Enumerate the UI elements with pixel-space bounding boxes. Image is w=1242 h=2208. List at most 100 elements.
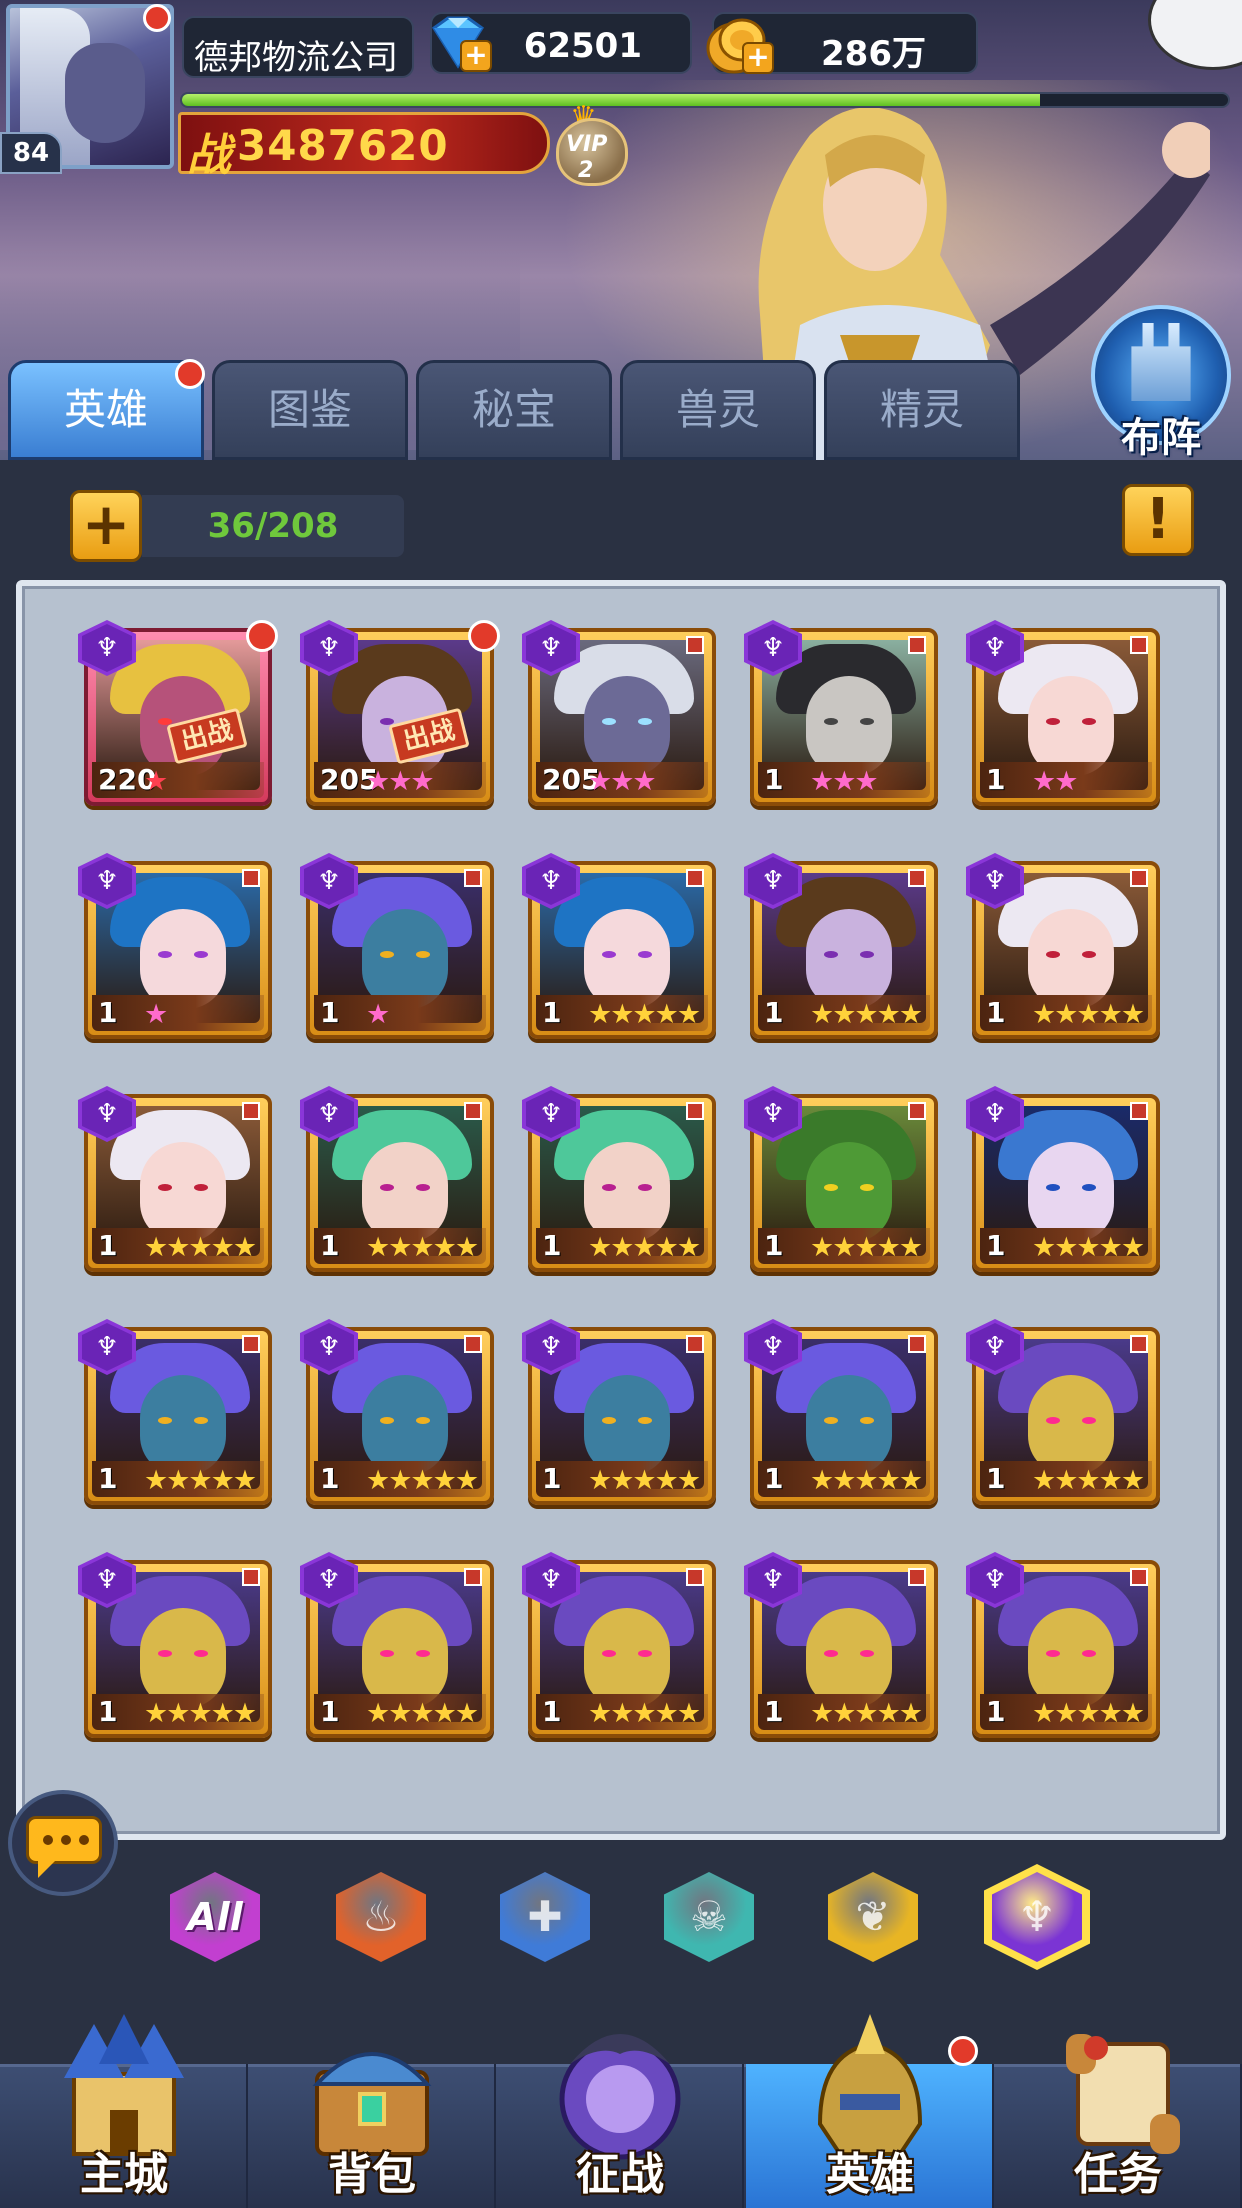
faction-filter-cross-faction-icon[interactable]: ✚ xyxy=(500,1872,590,1962)
hero-eye xyxy=(416,951,430,958)
hero-card[interactable]: 205 ★★★ ♆ 出战 xyxy=(300,620,500,806)
hero-card[interactable]: 1 ★★★★★ ♆ xyxy=(522,1552,716,1738)
hero-card[interactable]: 1 ★★★★★ ♆ xyxy=(522,853,716,1039)
nav-scroll[interactable]: 任务 xyxy=(994,2034,1242,2208)
nav-chest[interactable]: 背包 xyxy=(248,2052,496,2208)
player-name-pill[interactable]: 德邦物流公司 xyxy=(182,16,414,78)
faction-filter-all-icon[interactable]: All xyxy=(170,1872,260,1962)
hero-face xyxy=(806,1142,892,1242)
hero-eye xyxy=(1046,1184,1060,1191)
hero-grid[interactable]: 220 ★ ♆ 出战 205 ★★★ ♆ 出战 205 ★★★ ♆ 1 ★★★ ♆ 1 ★★ ♆ 1 ★ ♆ 1 ★ ♆ 1 ★… xyxy=(16,580,1226,1840)
faction-filter-wing-faction-icon[interactable]: ❦ xyxy=(828,1872,918,1962)
hero-card[interactable]: 1 ★★★★★ ♆ xyxy=(300,1552,494,1738)
hero-face xyxy=(140,1375,226,1475)
vip-label: VIP xyxy=(566,132,608,157)
hero-card[interactable]: 1 ★ ♆ xyxy=(78,853,272,1039)
formation-button[interactable]: 布阵 xyxy=(1086,305,1236,460)
tab-label: 图鉴 xyxy=(267,385,352,434)
hero-card[interactable]: 1 ★★★★★ ♆ xyxy=(78,1086,272,1272)
hero-stars: ★★★★★ xyxy=(1032,1232,1145,1263)
expand-capacity-button[interactable]: + xyxy=(70,490,142,562)
info-alert-button[interactable]: ! xyxy=(1122,484,1194,556)
hero-card[interactable]: 1 ★★★★★ ♆ xyxy=(744,1552,938,1738)
hero-card[interactable]: 1 ★ ♆ xyxy=(300,853,494,1039)
hero-eye xyxy=(602,1650,616,1657)
hero-card[interactable]: 1 ★★★★★ ♆ xyxy=(78,1552,272,1738)
player-name: 德邦物流公司 xyxy=(194,38,398,78)
chat-bubble-icon xyxy=(26,1816,102,1864)
mail-button[interactable] xyxy=(1148,0,1242,70)
hero-card[interactable]: 205 ★★★ ♆ xyxy=(522,620,716,806)
hero-eye xyxy=(860,718,874,725)
nav-castle[interactable]: 主城 xyxy=(0,2014,248,2208)
hero-eye xyxy=(416,1417,430,1424)
hero-face xyxy=(584,1608,670,1708)
hero-card[interactable]: 1 ★★★★★ ♆ xyxy=(522,1319,716,1505)
nav-notification-dot xyxy=(948,2036,978,2066)
hero-card[interactable]: 1 ★★★★★ ♆ xyxy=(300,1319,494,1505)
tab-notification-dot xyxy=(175,359,205,389)
hero-notification-dot xyxy=(246,620,278,652)
hero-card[interactable]: 1 ★★★★★ ♆ xyxy=(78,1319,272,1505)
hero-eye xyxy=(1046,1650,1060,1657)
player-level: 84 xyxy=(0,132,62,174)
hero-eye xyxy=(824,1650,838,1657)
add-gold-button[interactable]: + xyxy=(742,42,774,74)
hero-stars: ★★★ xyxy=(810,766,879,797)
hero-level: 1 xyxy=(764,996,784,1029)
hero-stars: ★★★★★ xyxy=(810,1465,923,1496)
hero-corner-flag xyxy=(464,1568,482,1586)
hero-card[interactable]: 1 ★★★★★ ♆ xyxy=(966,853,1160,1039)
hero-card[interactable]: 1 ★★★★★ ♆ xyxy=(744,1319,938,1505)
hero-face xyxy=(584,909,670,1009)
hero-corner-flag xyxy=(242,1335,260,1353)
gem-amount: 62501 xyxy=(523,26,642,66)
hero-corner-flag xyxy=(686,1568,704,1586)
chat-button[interactable] xyxy=(8,1790,118,1896)
hero-card[interactable]: 220 ★ ♆ 出战 xyxy=(78,620,278,806)
hero-face xyxy=(1028,1608,1114,1708)
tab-3[interactable]: 兽灵 xyxy=(620,360,816,460)
hero-stars: ★★★★★ xyxy=(366,1465,479,1496)
hero-eye xyxy=(602,1417,616,1424)
hero-card[interactable]: 1 ★★★★★ ♆ xyxy=(966,1552,1160,1738)
hero-eye xyxy=(1082,718,1096,725)
hero-eye xyxy=(1082,1184,1096,1191)
nav-helmet[interactable]: 英雄 xyxy=(746,2014,994,2208)
hero-eye xyxy=(824,951,838,958)
tab-4[interactable]: 精灵 xyxy=(824,360,1020,460)
hero-card[interactable]: 1 ★★★★★ ♆ xyxy=(744,853,938,1039)
hero-stars: ★★★ xyxy=(366,766,435,797)
hero-card[interactable]: 1 ★★★★★ ♆ xyxy=(966,1319,1160,1505)
hero-level: 1 xyxy=(98,1695,118,1728)
tab-0[interactable]: 英雄 xyxy=(8,359,205,460)
hero-level: 1 xyxy=(320,1229,340,1262)
tab-1[interactable]: 图鉴 xyxy=(212,360,408,460)
hero-level: 1 xyxy=(542,1229,562,1262)
faction-filter-label: All xyxy=(187,1895,243,1939)
hero-card[interactable]: 1 ★★★★★ ♆ xyxy=(300,1086,494,1272)
hero-stars: ★★★★★ xyxy=(588,1465,701,1496)
gold-amount: 286万 xyxy=(821,34,926,74)
faction-filter-skull-faction-icon[interactable]: ☠ xyxy=(664,1872,754,1962)
avatar-face xyxy=(65,43,145,143)
vip-badge[interactable]: ♛ VIP 2 xyxy=(548,100,634,188)
hero-corner-flag xyxy=(908,1102,926,1120)
hero-level: 1 xyxy=(986,1695,1006,1728)
hero-corner-flag xyxy=(242,1102,260,1120)
hero-stars: ★★★★★ xyxy=(588,999,701,1030)
hero-card[interactable]: 1 ★★ ♆ xyxy=(966,620,1160,806)
hero-card[interactable]: 1 ★★★★★ ♆ xyxy=(522,1086,716,1272)
faction-filter-fire-faction-icon[interactable]: ♨ xyxy=(336,1872,426,1962)
hero-eye xyxy=(602,1184,616,1191)
hero-card[interactable]: 1 ★★★★★ ♆ xyxy=(966,1086,1160,1272)
tab-2[interactable]: 秘宝 xyxy=(416,360,612,460)
hero-card[interactable]: 1 ★★★★★ ♆ xyxy=(744,1086,938,1272)
hero-eye xyxy=(416,1184,430,1191)
add-gems-button[interactable]: + xyxy=(460,40,492,72)
hero-card[interactable]: 1 ★★★ ♆ xyxy=(744,620,938,806)
hero-stars: ★★★★★ xyxy=(588,1698,701,1729)
hero-corner-flag xyxy=(1130,1102,1148,1120)
nav-label: 任务 xyxy=(1074,2149,1162,2200)
nav-dragon-portal[interactable]: 征战 xyxy=(496,2034,744,2208)
